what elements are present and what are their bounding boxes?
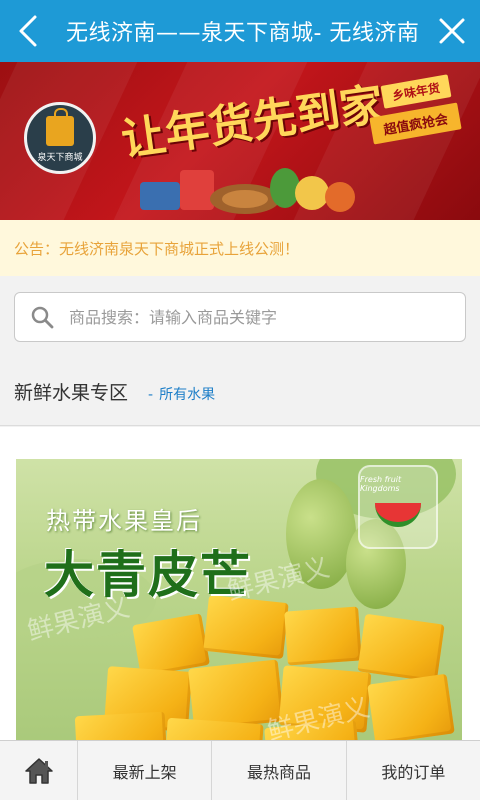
brand-badge-text: Fresh fruit Kingdoms <box>360 475 402 493</box>
link-dash: - <box>148 386 154 403</box>
bottom-nav: 最新上架 最热商品 我的订单 <box>0 740 480 800</box>
fruit-section-header: 新鲜水果专区 - 所有水果 <box>0 358 480 426</box>
app-screen: 无线济南——泉天下商城- 无线济南 泉天下商城 让年货先到家 乡味年货 超值疯抢… <box>0 0 480 800</box>
nav-home-button[interactable] <box>0 741 78 800</box>
section-title: 新鲜水果专区 <box>14 382 129 404</box>
search-section <box>0 276 480 358</box>
banner-goods-illustration <box>130 162 360 216</box>
nav-new-arrivals[interactable]: 最新上架 <box>78 741 213 800</box>
back-button[interactable] <box>0 0 56 62</box>
store-logo-text: 泉天下商城 <box>37 152 83 163</box>
close-button[interactable] <box>424 0 480 62</box>
product-card[interactable]: 热带水果皇后 大青皮芒 Fresh fruit Kingdoms 鲜果演义 鲜果… <box>0 427 480 749</box>
nav-hot-products[interactable]: 最热商品 <box>212 741 347 800</box>
nav-my-orders[interactable]: 我的订单 <box>347 741 480 800</box>
shopping-bag-icon <box>46 107 74 146</box>
search-icon <box>15 292 69 342</box>
title-bar: 无线济南——泉天下商城- 无线济南 <box>0 0 480 62</box>
promo-banner[interactable]: 泉天下商城 让年货先到家 乡味年货 超值疯抢会 <box>0 62 480 220</box>
page-title: 无线济南——泉天下商城- 无线济南 <box>66 21 420 46</box>
close-icon <box>439 18 465 44</box>
store-logo: 泉天下商城 <box>24 102 96 174</box>
brand-badge: Fresh fruit Kingdoms <box>358 465 438 549</box>
search-input[interactable] <box>69 297 465 337</box>
chevron-left-icon <box>19 15 37 47</box>
home-icon <box>24 758 53 784</box>
announcement-bar[interactable]: 公告：无线济南泉天下商城正式上线公测！ <box>0 220 480 276</box>
product-image[interactable]: 热带水果皇后 大青皮芒 Fresh fruit Kingdoms 鲜果演义 鲜果… <box>16 459 462 749</box>
all-fruits-link[interactable]: - 所有水果 <box>148 384 215 404</box>
search-box[interactable] <box>14 292 466 342</box>
product-title: 大青皮芒 <box>44 546 252 604</box>
all-fruits-link-label: 所有水果 <box>159 386 216 403</box>
product-subtitle: 热带水果皇后 <box>46 507 202 535</box>
watermelon-icon <box>375 503 421 527</box>
